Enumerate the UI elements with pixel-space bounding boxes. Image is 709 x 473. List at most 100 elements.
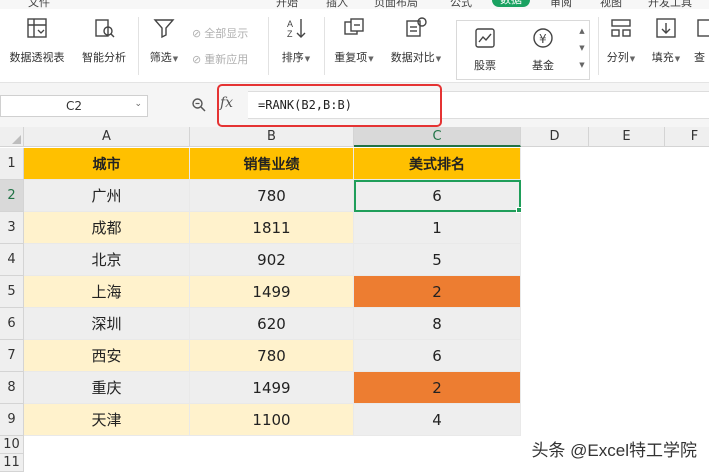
table-cell[interactable]: 902 — [190, 244, 354, 276]
data-ribbon: 数据透视表 智能分析 筛选▼ ⊘全部显示 ⊘重新应用 AZ 排序▼ 重复项▼ — [0, 9, 709, 83]
column-header-f[interactable]: F — [665, 127, 709, 147]
stocks-button[interactable]: 股票 — [465, 23, 505, 73]
lookup-button[interactable]: 查 — [694, 13, 709, 65]
table-cell[interactable]: 780 — [190, 180, 354, 212]
name-box[interactable]: C2 ⌄ — [0, 95, 148, 117]
filter-dropdown-icon[interactable]: ▼ — [173, 55, 178, 63]
sort-dropdown-icon[interactable]: ▼ — [305, 55, 310, 63]
row-header-9[interactable]: 9 — [0, 404, 24, 436]
formula-bar: C2 ⌄ fx =RANK(B2,B:B) — [0, 83, 709, 127]
show-all-icon: ⊘ — [192, 26, 202, 40]
row-header-2[interactable]: 2 — [0, 180, 24, 212]
smart-analysis-button[interactable]: 智能分析 — [78, 13, 130, 65]
row-header-11[interactable]: 11 — [0, 454, 24, 472]
table-cell[interactable]: 西安 — [24, 340, 190, 372]
spreadsheet-grid: A B C D E F 1 2 3 4 5 6 7 8 9 10 11 城市 销… — [0, 127, 709, 473]
zoom-icon[interactable] — [191, 97, 207, 117]
table-cell[interactable]: 8 — [354, 308, 521, 340]
tab-developer[interactable]: 开发工具 — [648, 0, 692, 9]
svg-text:Z: Z — [287, 29, 293, 39]
ribbon-divider — [324, 17, 325, 75]
table-cell[interactable]: 1499 — [190, 276, 354, 308]
split-dropdown-icon[interactable]: ▼ — [630, 55, 635, 63]
table-cell[interactable]: 6 — [354, 180, 521, 212]
row-header-7[interactable]: 7 — [0, 340, 24, 372]
duplicates-dropdown-icon[interactable]: ▼ — [368, 55, 373, 63]
watermark: 头条 @Excel特工学院 — [531, 441, 697, 460]
duplicates-button[interactable]: 重复项▼ — [330, 13, 378, 66]
gallery-expand-icon[interactable]: ▼ — [577, 57, 587, 74]
row-header-5[interactable]: 5 — [0, 276, 24, 308]
column-header-a[interactable]: A — [24, 127, 190, 147]
show-all-button[interactable]: ⊘ 全部显示 — [192, 25, 248, 41]
chevron-down-icon[interactable]: ▼ — [577, 40, 587, 57]
table-cell[interactable]: 成都 — [24, 212, 190, 244]
fill-handle[interactable] — [516, 207, 522, 213]
table-cell[interactable]: 2 — [354, 372, 521, 404]
table-cell[interactable]: 天津 — [24, 404, 190, 436]
reapply-button[interactable]: ⊘ 重新应用 — [192, 51, 248, 67]
table-cell[interactable]: 5 — [354, 244, 521, 276]
table-cell[interactable]: 620 — [190, 308, 354, 340]
row-header-1[interactable]: 1 — [0, 148, 24, 180]
table-cell[interactable]: 1499 — [190, 372, 354, 404]
ribbon-divider — [268, 17, 269, 75]
table-cell[interactable]: 780 — [190, 340, 354, 372]
sort-button[interactable]: AZ 排序▼ — [276, 13, 316, 66]
column-header-e[interactable]: E — [589, 127, 665, 147]
compare-dropdown-icon[interactable]: ▼ — [436, 55, 441, 63]
pivot-table-icon — [4, 13, 70, 43]
column-header-d[interactable]: D — [521, 127, 589, 147]
tab-home[interactable]: 开始 — [276, 0, 298, 9]
formula-input[interactable]: =RANK(B2,B:B) — [248, 91, 709, 119]
sort-icon: AZ — [276, 13, 316, 43]
chevron-up-icon[interactable]: ▲ — [577, 23, 587, 40]
table-cell[interactable]: 广州 — [24, 180, 190, 212]
tab-file[interactable]: 文件 — [28, 0, 50, 9]
table-cell[interactable]: 1 — [354, 212, 521, 244]
column-header-b[interactable]: B — [190, 127, 354, 147]
table-cell[interactable]: 上海 — [24, 276, 190, 308]
row-header-3[interactable]: 3 — [0, 212, 24, 244]
table-cell[interactable]: 北京 — [24, 244, 190, 276]
tab-data[interactable]: 数据 — [492, 0, 530, 7]
split-column-button[interactable]: 分列▼ — [604, 13, 638, 66]
name-box-dropdown-icon[interactable]: ⌄ — [134, 99, 142, 109]
fill-dropdown-icon[interactable]: ▼ — [675, 55, 680, 63]
split-column-icon — [604, 13, 638, 43]
select-all-corner[interactable] — [0, 127, 24, 147]
menu-tab-bar: 文件 开始 插入 页面布局 公式 数据 审阅 视图 开发工具 — [0, 0, 709, 9]
data-compare-button[interactable]: 数据对比▼ — [388, 13, 444, 66]
table-cell[interactable]: 重庆 — [24, 372, 190, 404]
tab-insert[interactable]: 插入 — [326, 0, 348, 9]
row-header-8[interactable]: 8 — [0, 372, 24, 404]
gallery-scroll[interactable]: ▲ ▼ ▼ — [577, 23, 587, 74]
lookup-icon — [694, 13, 709, 43]
header-cell-city[interactable]: 城市 — [24, 148, 190, 180]
row-header-6[interactable]: 6 — [0, 308, 24, 340]
smart-analysis-icon — [78, 13, 130, 43]
table-cell[interactable]: 6 — [354, 340, 521, 372]
tab-formulas[interactable]: 公式 — [450, 0, 472, 9]
tab-page-layout[interactable]: 页面布局 — [374, 0, 418, 9]
fund-button[interactable]: ¥ 基金 — [523, 23, 563, 73]
column-header-c[interactable]: C — [354, 127, 521, 147]
header-cell-sales[interactable]: 销售业绩 — [190, 148, 354, 180]
row-header-10[interactable]: 10 — [0, 436, 24, 454]
pivot-table-button[interactable]: 数据透视表 — [4, 13, 70, 65]
insert-function-icon[interactable]: fx — [220, 95, 233, 111]
table-cell[interactable]: 4 — [354, 404, 521, 436]
table-cell[interactable]: 深圳 — [24, 308, 190, 340]
fill-button[interactable]: 填充▼ — [646, 13, 686, 66]
duplicates-icon — [330, 13, 378, 43]
tab-view[interactable]: 视图 — [600, 0, 622, 9]
filter-button[interactable]: 筛选▼ — [144, 13, 184, 66]
ribbon-divider — [598, 17, 599, 75]
ribbon-divider — [138, 17, 139, 75]
tab-review[interactable]: 审阅 — [550, 0, 572, 9]
row-header-4[interactable]: 4 — [0, 244, 24, 276]
table-cell[interactable]: 1100 — [190, 404, 354, 436]
header-cell-rank[interactable]: 美式排名 — [354, 148, 521, 180]
table-cell[interactable]: 1811 — [190, 212, 354, 244]
table-cell[interactable]: 2 — [354, 276, 521, 308]
